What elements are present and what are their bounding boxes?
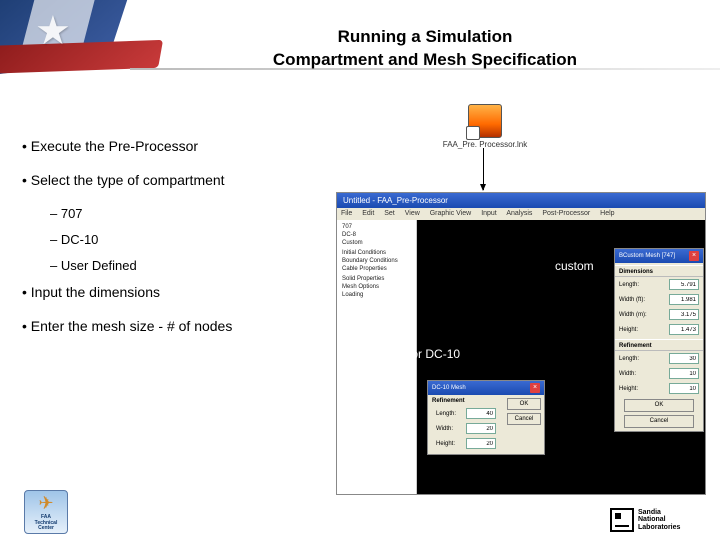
dc10-mesh-dialog[interactable]: DC-10 Mesh × Refinement Length: Width: H… [427, 380, 545, 455]
shortcut-label: FAA_Pre. Processor.lnk [430, 140, 540, 149]
shortcut-icon [468, 104, 502, 138]
menu-help[interactable]: Help [600, 210, 614, 217]
menu-analysis[interactable]: Analysis [506, 210, 532, 217]
app-titlebar[interactable]: Untitled - FAA_Pre-Processor [337, 193, 705, 208]
height-input[interactable] [669, 324, 699, 335]
width-m-input[interactable] [669, 309, 699, 320]
dim-header: Dimensions [615, 265, 703, 277]
sandia-text3: Laboratories [638, 524, 680, 531]
tree-item[interactable]: Custom [340, 239, 413, 247]
sandia-logo-block: Sandia National Laboratories [610, 508, 710, 532]
field-label: Width: [436, 426, 453, 432]
faa-text3: Center [38, 525, 54, 531]
title-line2: Compartment and Mesh Specification [273, 50, 577, 69]
close-icon[interactable]: × [530, 383, 540, 393]
ref-width-input[interactable] [669, 368, 699, 379]
width-ft-input[interactable] [669, 294, 699, 305]
ok-button[interactable]: OK [624, 399, 694, 412]
tree-item[interactable]: Cable Properties [340, 265, 413, 273]
app-menubar[interactable]: File Edit Set View Graphic View Input An… [337, 208, 705, 220]
mesh-section: Refinement [432, 398, 500, 404]
faa-logo: ✈ FAA Technical Center [24, 490, 72, 534]
refine-header: Refinement [615, 339, 703, 351]
mesh-length-input[interactable] [466, 408, 496, 419]
length-input[interactable] [669, 279, 699, 290]
tree-item[interactable]: Boundary Conditions [340, 257, 413, 265]
tree-item[interactable]: DC-8 [340, 231, 413, 239]
custom-dialog-title: BCustom Mesh [747] [619, 253, 675, 259]
bullet-list: Execute the Pre-Processor Select the typ… [22, 138, 352, 352]
plane-icon: ✈ [38, 493, 53, 514]
bullet-3: Input the dimensions [22, 284, 352, 300]
shortcut[interactable]: FAA_Pre. Processor.lnk [430, 104, 540, 149]
menu-post[interactable]: Post-Processor [542, 210, 590, 217]
custom-mesh-dialog[interactable]: BCustom Mesh [747] × Dimensions Length: … [614, 248, 704, 432]
annotation-dc10: 707 or DC-10 [388, 347, 460, 361]
cancel-button[interactable]: Cancel [624, 415, 694, 428]
slide-title: Running a Simulation Compartment and Mes… [170, 26, 680, 72]
mesh-width-input[interactable] [466, 423, 496, 434]
bullet-2a: 707 [50, 206, 352, 221]
menu-edit[interactable]: Edit [362, 210, 374, 217]
field-label: Height: [619, 327, 638, 333]
menu-graphic[interactable]: Graphic View [430, 210, 472, 217]
tree-item[interactable]: Mesh Options [340, 283, 413, 291]
bullet-2: Select the type of compartment [22, 172, 352, 188]
field-label: Width (ft): [619, 297, 645, 303]
field-label: Length: [619, 356, 639, 362]
sandia-text1: Sandia [638, 509, 661, 516]
field-label: Width: [619, 371, 636, 377]
bullet-1: Execute the Pre-Processor [22, 138, 352, 154]
tree-item[interactable]: Solid Properties [340, 275, 413, 283]
bullet-4: Enter the mesh size - # of nodes [22, 318, 352, 334]
title-line1: Running a Simulation [338, 27, 513, 46]
cancel-button[interactable]: Cancel [507, 413, 541, 425]
close-icon[interactable]: × [689, 251, 699, 261]
field-label: Height: [436, 441, 455, 447]
ref-height-input[interactable] [669, 383, 699, 394]
menu-input[interactable]: Input [481, 210, 497, 217]
field-label: Height: [619, 386, 638, 392]
bullet-2b: DC-10 [50, 232, 352, 247]
tree-item[interactable]: Initial Conditions [340, 249, 413, 257]
arrow-down-icon [483, 148, 484, 190]
menu-file[interactable]: File [341, 210, 352, 217]
star-icon: ★ [35, 8, 71, 54]
ok-button[interactable]: OK [507, 398, 541, 410]
sandia-icon [610, 508, 634, 532]
bullet-2c: User Defined [50, 258, 352, 273]
arrow-down-icon [423, 360, 424, 388]
field-label: Length: [436, 411, 456, 417]
mesh-dialog-title: DC-10 Mesh [432, 385, 466, 391]
tree-item[interactable]: 707 [340, 223, 413, 231]
tree-item[interactable]: Loading [340, 291, 413, 299]
menu-set[interactable]: Set [384, 210, 395, 217]
field-label: Length: [619, 282, 639, 288]
annotation-custom: custom [555, 259, 594, 273]
sandia-text2: National [638, 516, 666, 523]
ref-length-input[interactable] [669, 353, 699, 364]
menu-view[interactable]: View [405, 210, 420, 217]
field-label: Width (m): [619, 312, 647, 318]
mesh-height-input[interactable] [466, 438, 496, 449]
